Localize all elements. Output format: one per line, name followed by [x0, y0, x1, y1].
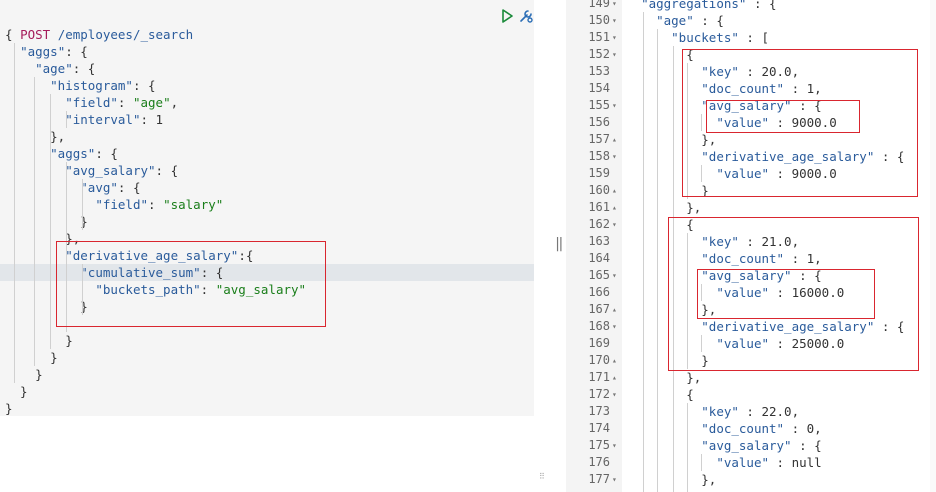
response-code-line: },: [626, 472, 717, 487]
line-number: 156: [588, 115, 610, 129]
request-code-line: "interval": 1: [65, 112, 164, 127]
response-code-line: },: [626, 200, 702, 215]
request-code-line: "field": "salary": [95, 197, 224, 212]
line-number: 169: [588, 336, 610, 350]
line-number: 159: [588, 166, 610, 180]
request-code-line: "avg_salary": {: [65, 163, 179, 178]
line-number: 167: [588, 302, 610, 316]
response-code-line: },: [626, 370, 702, 385]
play-icon[interactable]: [500, 9, 514, 23]
indent-guide: [687, 403, 688, 492]
fold-collapse-icon[interactable]: ▾: [612, 0, 620, 12]
fold-expand-icon[interactable]: ▴: [612, 352, 620, 369]
line-number: 150: [588, 13, 610, 27]
line-number: 174: [588, 421, 610, 435]
response-code-line: "avg_salary" : {: [701, 438, 822, 453]
fold-collapse-icon[interactable]: ▾: [612, 148, 620, 165]
request-code-line: }: [5, 350, 58, 365]
line-number: 155: [588, 98, 610, 112]
line-number: 154: [588, 81, 610, 95]
line-number: 172: [588, 387, 610, 401]
fold-collapse-icon[interactable]: ▾: [612, 267, 620, 284]
request-code-line: {: [5, 27, 13, 42]
request-code-line: }: [5, 214, 88, 229]
response-code-line: "buckets" : [: [671, 30, 769, 45]
request-code-line: "age": {: [35, 61, 96, 76]
indent-guide: [701, 454, 702, 471]
wrench-icon[interactable]: [518, 8, 534, 24]
line-number: 162: [588, 217, 610, 231]
fold-collapse-icon[interactable]: ▾: [612, 437, 620, 454]
fold-collapse-icon[interactable]: ▾: [612, 386, 620, 403]
line-number: 151: [588, 30, 610, 44]
fold-collapse-icon[interactable]: ▾: [612, 29, 620, 46]
line-number: 176: [588, 455, 610, 469]
request-line: POST /employees/_search: [5, 9, 193, 42]
line-number: 173: [588, 404, 610, 418]
indent-guide: [34, 77, 35, 366]
indent-guide: [50, 94, 51, 349]
request-code-line: }: [5, 384, 28, 399]
fold-collapse-icon[interactable]: ▾: [612, 46, 620, 63]
highlight-box-avg-salary-1: [706, 100, 860, 133]
request-code-line: "aggs": {: [50, 146, 118, 161]
line-number: 152: [588, 47, 610, 61]
indent-guide: [82, 179, 83, 230]
line-number: 158: [588, 149, 610, 163]
line-number: 157: [588, 132, 610, 146]
line-number: 166: [588, 285, 610, 299]
highlight-box-request: [56, 241, 326, 327]
indent-guide: [657, 29, 658, 492]
response-code-line: {: [626, 387, 694, 402]
response-code-line: "value" : null: [716, 455, 822, 470]
fold-expand-icon[interactable]: ▴: [612, 131, 620, 148]
response-scrollbar[interactable]: [930, 0, 936, 492]
resize-grip-icon[interactable]: ⠿: [539, 472, 545, 481]
highlight-box-avg-salary-2: [697, 269, 875, 319]
fold-collapse-icon[interactable]: ▾: [612, 471, 620, 488]
line-number: 171: [588, 370, 610, 384]
fold-collapse-icon[interactable]: ▾: [612, 318, 620, 335]
response-code-line: "key" : 22.0,: [701, 404, 800, 419]
indent-guide: [643, 12, 644, 492]
request-code-line: }: [5, 333, 73, 348]
request-path: /employees/_search: [57, 27, 194, 42]
request-code-line: }: [5, 367, 43, 382]
fold-expand-icon[interactable]: ▴: [612, 199, 620, 216]
request-method: POST: [20, 27, 51, 42]
response-code-line: "aggregations" : {: [641, 0, 777, 11]
line-number: 177: [588, 472, 610, 486]
line-number: 149: [588, 0, 610, 10]
line-number: 170: [588, 353, 610, 367]
line-number: 164: [588, 251, 610, 265]
splitter-handle-icon[interactable]: ‖: [555, 236, 563, 252]
line-number: 161: [588, 200, 610, 214]
fold-collapse-icon[interactable]: ▾: [612, 12, 620, 29]
response-code-line: "age" : {: [656, 13, 724, 28]
fold-expand-icon[interactable]: ▴: [612, 369, 620, 386]
line-number: 168: [588, 319, 610, 333]
request-code-line: "field": "age",: [65, 95, 179, 110]
request-code-line: }: [5, 401, 13, 416]
fold-collapse-icon[interactable]: ▾: [612, 216, 620, 233]
request-code-line: "histogram": {: [50, 78, 156, 93]
fold-collapse-icon[interactable]: ▾: [612, 97, 620, 114]
request-code-line: "avg": {: [80, 180, 141, 195]
fold-expand-icon[interactable]: ▴: [612, 301, 620, 318]
response-code-line: "doc_count" : 0,: [701, 421, 822, 436]
line-number: 175: [588, 438, 610, 452]
line-number: 160: [588, 183, 610, 197]
indent-guide: [14, 43, 15, 383]
line-number: 163: [588, 234, 610, 248]
indent-guide: [66, 111, 67, 128]
line-number: 165: [588, 268, 610, 282]
line-number: 153: [588, 64, 610, 78]
request-code-line: "aggs": {: [20, 44, 88, 59]
fold-expand-icon[interactable]: ▴: [612, 182, 620, 199]
